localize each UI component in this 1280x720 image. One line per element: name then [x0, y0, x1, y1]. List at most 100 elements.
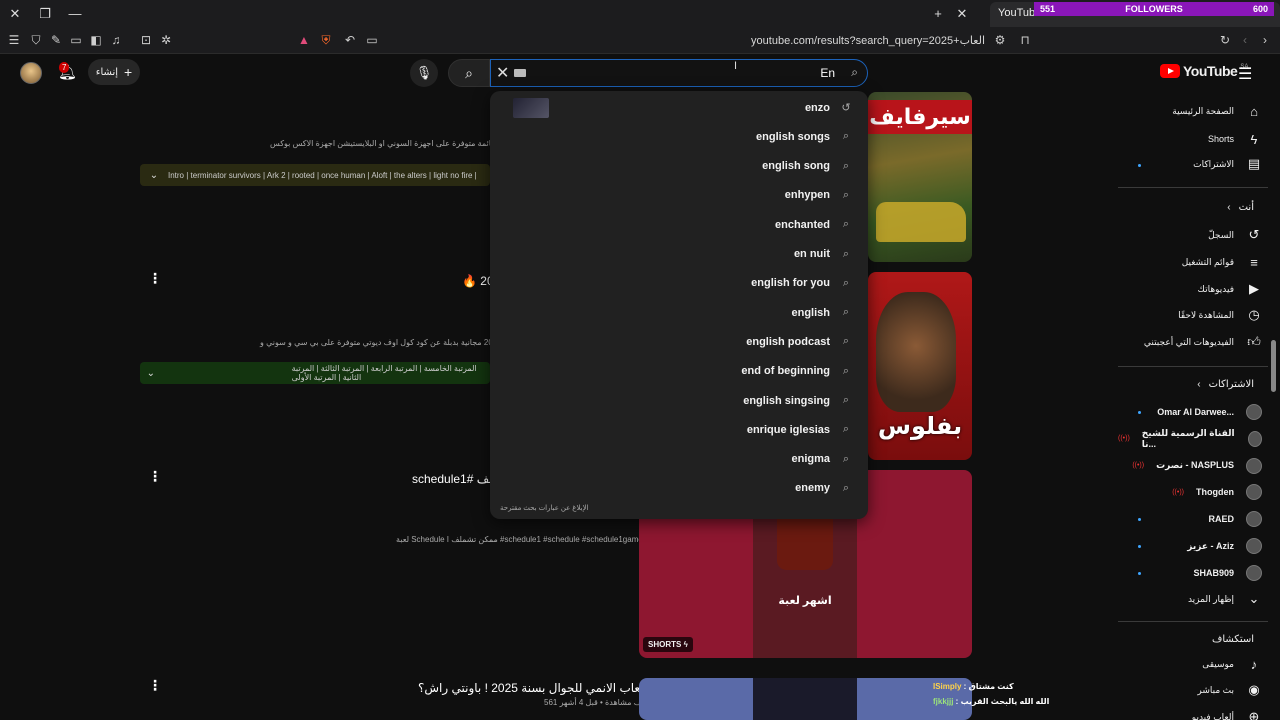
- suggestion-item[interactable]: enhypen ⌕: [490, 181, 868, 210]
- suggestion-item[interactable]: english singsing ⌕: [490, 386, 868, 415]
- suggestion-item[interactable]: enrique iglesias ⌕: [490, 415, 868, 444]
- subscription-name: SHAB909: [1193, 567, 1234, 578]
- video-thumbnail[interactable]: [639, 678, 972, 720]
- suggestion-item[interactable]: enigma ⌕: [490, 445, 868, 474]
- divider: [1118, 187, 1268, 188]
- sidebar-item-label: Shorts: [1207, 134, 1234, 144]
- subscriptions-section-header[interactable]: ‹ الاشتراكات: [1197, 379, 1254, 390]
- chapters-row[interactable]: ⌄ Intro | terminator survivors | Ark 2 |…: [140, 164, 490, 186]
- reload-icon[interactable]: ↻: [1217, 32, 1233, 48]
- suggestion-item[interactable]: enchanted ⌕: [490, 210, 868, 239]
- brave-shield-icon[interactable]: ⛨: [318, 32, 334, 48]
- sidebar-item-gaming[interactable]: ألعاب فيديو ⊕: [1118, 704, 1262, 720]
- followers-overlay: 551 FOLLOWERS 600: [1034, 2, 1274, 16]
- video-thumbnail[interactable]: سيرفايف: [868, 92, 972, 262]
- cast-icon[interactable]: ▭: [364, 32, 380, 48]
- suggestion-text: english songs: [756, 130, 830, 143]
- more-options-icon[interactable]: ⋮: [148, 677, 162, 694]
- menu-icon[interactable]: ☰: [6, 32, 22, 48]
- undo-icon[interactable]: ↶: [342, 32, 358, 48]
- sidebar-item-playlists[interactable]: قوائم التشغيل ≡: [1118, 249, 1262, 275]
- text-cursor-icon: I: [734, 60, 738, 72]
- hamburger-menu-icon[interactable]: ☰: [1238, 64, 1252, 84]
- screenshot-icon[interactable]: ⊡: [138, 32, 154, 48]
- suggestion-item[interactable]: english for you ⌕: [490, 269, 868, 298]
- forward-icon[interactable]: ‹: [1237, 32, 1253, 48]
- music-icon[interactable]: ♫: [108, 32, 124, 48]
- sidebar-item-music[interactable]: موسيقى ♪: [1118, 651, 1262, 677]
- back-icon[interactable]: ›: [1257, 32, 1273, 48]
- address-bar[interactable]: youtube.com/results?search_query=2025+ال…: [650, 34, 985, 47]
- subscription-item[interactable]: ((•)) القناة الرسمية للشيخ نا...: [1118, 426, 1262, 452]
- suggestion-item[interactable]: english ⌕: [490, 298, 868, 327]
- shorts-badge: SHORTS ϟ: [643, 637, 693, 652]
- video-thumbnail[interactable]: بفلوس: [868, 272, 972, 460]
- more-options-icon[interactable]: ⋮: [148, 468, 162, 485]
- suggestion-item[interactable]: english song ⌕: [490, 152, 868, 181]
- chevron-down-icon[interactable]: ⌄: [140, 368, 162, 379]
- close-window-icon[interactable]: ✕: [6, 5, 24, 23]
- chat-username: ISimply: [933, 682, 962, 691]
- followers-goal: 600: [1252, 4, 1268, 14]
- subscription-name: عزيز - Aziz: [1187, 540, 1234, 551]
- you-section-header[interactable]: ‹ أنت: [1227, 202, 1254, 213]
- restore-window-icon[interactable]: ❐: [36, 5, 54, 23]
- suggestion-item[interactable]: end of beginning ⌕: [490, 357, 868, 386]
- suggestion-item[interactable]: english songs ⌕: [490, 122, 868, 151]
- sidebar-item-home[interactable]: الصفحة الرئيسية ⌂: [1118, 98, 1262, 124]
- youtube-logo[interactable]: YouTube SA: [1160, 63, 1248, 79]
- explore-section-header: استكشاف: [1212, 634, 1254, 645]
- search-button[interactable]: ⌕: [448, 59, 490, 87]
- warning-icon[interactable]: ▲: [296, 32, 312, 48]
- divider: [1118, 366, 1268, 367]
- sidebar-item-liked[interactable]: الفيديوهات التي أعجبتني 👍︎: [1118, 329, 1262, 355]
- shield-icon[interactable]: ⛉: [28, 32, 44, 48]
- sidebar-item-subscriptions[interactable]: الاشتراكات ▤: [1118, 151, 1262, 177]
- sidebar-item-live[interactable]: بث مباشر ◉: [1118, 677, 1262, 703]
- suggestion-text: english singsing: [743, 394, 830, 407]
- new-tab-icon[interactable]: +: [929, 5, 947, 23]
- clear-search-icon[interactable]: ✕: [496, 63, 509, 83]
- suggestion-item[interactable]: enzo ↺: [490, 93, 868, 122]
- subscription-name: القناة الرسمية للشيخ نا...: [1141, 427, 1235, 449]
- more-options-icon[interactable]: ⋮: [148, 270, 162, 287]
- channel-avatar: [1247, 430, 1262, 447]
- sidebar-scrollbar[interactable]: [1271, 340, 1276, 392]
- chapters-row[interactable]: ⌄ المرتبة الخامسة | المرتبة الرابعة | ال…: [140, 362, 490, 384]
- suggestion-item[interactable]: en nuit ⌕: [490, 240, 868, 269]
- followers-label: FOLLOWERS: [1125, 4, 1183, 14]
- chevron-down-icon[interactable]: ⌄: [140, 170, 168, 181]
- keyboard-icon[interactable]: [514, 69, 526, 77]
- chevron-right-icon: ‹: [1197, 379, 1201, 390]
- live-indicator-icon: ((•)): [1132, 462, 1145, 470]
- sidebar-item-your-videos[interactable]: فيديوهاتك ▶: [1118, 276, 1262, 302]
- subscription-item[interactable]: ((•)) Thogden: [1118, 479, 1262, 505]
- create-button[interactable]: إنشاء +: [88, 59, 140, 85]
- subscription-name: نصرت - NASPLUS: [1156, 460, 1234, 471]
- extension-icon[interactable]: ✎: [48, 32, 64, 48]
- shorts-icon: ϟ: [1250, 131, 1258, 147]
- report-suggestions-link[interactable]: الإبلاغ عن عبارات بحث مقترحة: [500, 504, 589, 512]
- sidebar-item-shorts[interactable]: Shorts ϟ: [1118, 126, 1262, 152]
- close-tab-icon[interactable]: ✕: [953, 5, 971, 23]
- search-input[interactable]: ✕ En ⌕: [490, 59, 868, 87]
- suggestion-text: english song: [762, 160, 830, 173]
- avatar[interactable]: [20, 62, 42, 84]
- site-settings-icon[interactable]: ⚙: [992, 32, 1008, 48]
- result-title[interactable]: schedule1# ـف: [412, 472, 493, 486]
- bookmark-icon[interactable]: ⊓: [1017, 32, 1033, 48]
- sidebar-icon[interactable]: ◧: [88, 32, 104, 48]
- subscription-name: Thogden: [1196, 487, 1234, 498]
- show-more-button[interactable]: إظهار المزيد ⌄: [1118, 586, 1262, 612]
- minimize-window-icon[interactable]: —: [66, 5, 84, 23]
- sidebar-item-watch-later[interactable]: المشاهدة لاحقًا ◷: [1118, 302, 1262, 328]
- suggestion-item[interactable]: enemy ⌕: [490, 474, 868, 503]
- chat-username: fjkkjjj: [933, 697, 954, 706]
- mic-button[interactable]: 🎙︎: [410, 59, 438, 87]
- suggestion-item[interactable]: english podcast ⌕: [490, 327, 868, 356]
- subscription-item[interactable]: ((•)) نصرت - NASPLUS: [1118, 453, 1262, 479]
- tabs-icon[interactable]: ▭: [68, 32, 84, 48]
- sidebar-item-history[interactable]: السجلّ ↺: [1118, 222, 1262, 248]
- puzzle-icon[interactable]: ✲: [158, 32, 174, 48]
- result-title[interactable]: 🔥 20: [462, 274, 494, 288]
